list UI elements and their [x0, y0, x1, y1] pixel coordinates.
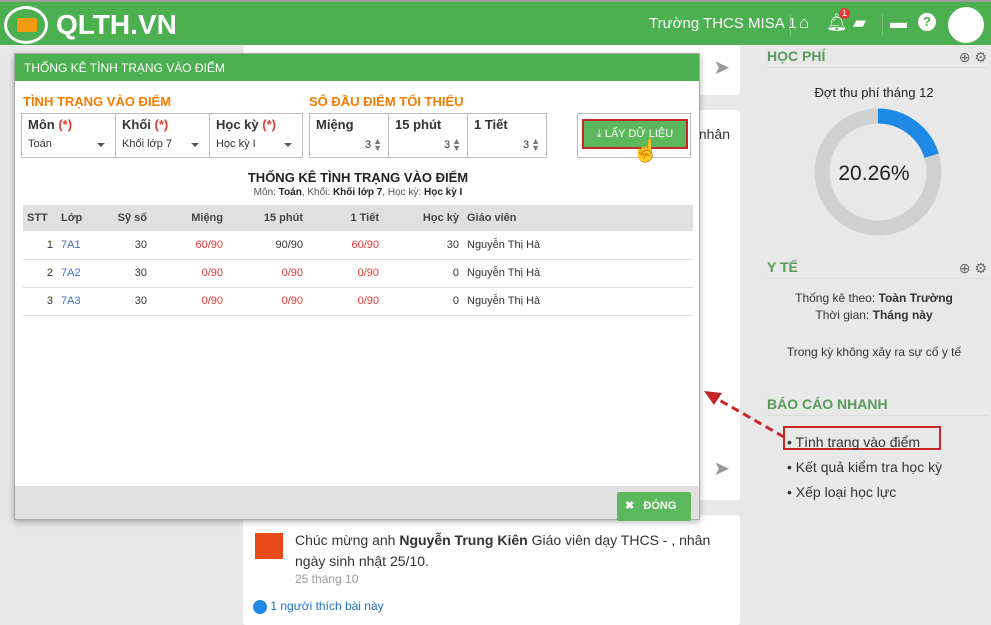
table-cell: 60/90	[307, 231, 383, 260]
table-cell: 0/90	[151, 287, 227, 316]
annotation-arrow	[704, 391, 785, 439]
hocphi-subtitle: Đợt thu phí tháng 12	[814, 85, 934, 100]
table-cell: Nguyễn Thị Hà	[463, 231, 693, 260]
send-icon[interactable]: ➤	[713, 456, 730, 481]
table-title: THỐNG KÊ TÌNH TRẠNG VÀO ĐIỂM	[247, 170, 469, 185]
avatar[interactable]	[948, 7, 984, 43]
table-cell: 0/90	[227, 259, 307, 288]
subject-select[interactable]: Môn (*) Toán	[22, 114, 116, 157]
chevron-down-icon	[97, 143, 105, 147]
table-cell[interactable]: 7A3	[57, 287, 101, 316]
table-cell: 0/90	[307, 287, 383, 316]
hocphi-title: HỌC PHÍ	[767, 48, 826, 64]
table-cell: Nguyễn Thị Hà	[463, 287, 693, 316]
table-cell: 3	[23, 287, 57, 316]
table-cell: 1	[23, 231, 57, 260]
label: Thống kê theo:	[795, 291, 876, 305]
yte-message: Trong kỳ không xảy ra sự cố y tế	[786, 345, 962, 359]
min-score-group: Miệng 3 ▲ ▼ 15 phút 3 ▲ ▼ 1 Tiết 3 ▲ ▼	[309, 113, 547, 158]
chevron-down-icon	[284, 143, 292, 147]
home-icon[interactable]: ⌂	[799, 13, 809, 33]
divider	[790, 14, 791, 36]
divider	[767, 67, 989, 68]
logo[interactable]: QLTH.VN	[4, 6, 177, 44]
logo-text: QLTH.VN	[56, 9, 177, 40]
table-cell: 30	[101, 259, 151, 288]
section-title: TÌNH TRẠNG VÀO ĐIỂM	[23, 94, 172, 109]
birthday-post: Chúc mừng anh Nguyễn Trung Kiên Giáo viê…	[243, 515, 740, 625]
spinner-icon: ▲ ▼	[452, 136, 461, 153]
like-icon	[253, 599, 267, 614]
cake-icon	[255, 533, 283, 559]
table-cell: 30	[383, 231, 463, 260]
table-cell: 0/90	[307, 259, 383, 288]
zoom-settings-icons[interactable]: ⊕ ⚙	[959, 49, 987, 66]
divider	[767, 278, 989, 279]
zoom-settings-icons[interactable]: ⊕ ⚙	[959, 260, 987, 277]
school-name[interactable]: Trường THCS MISA 1	[649, 15, 796, 32]
value: Tháng này	[872, 308, 933, 322]
top-bar: QLTH.VN Trường THCS MISA 1 ⌂ 🔔︎ 1 ▰ ▬ ?	[0, 0, 991, 45]
15phut-stepper[interactable]: 15 phút 3 ▲ ▼	[389, 114, 468, 157]
table-cell[interactable]: 7A2	[57, 259, 101, 288]
table-row: 1 7A1 30 60/90 90/90 60/90 30 Nguyễn Thị Hà	[23, 231, 693, 260]
value: Toàn Trường	[878, 291, 953, 305]
table-cell: 0/90	[227, 287, 307, 316]
stats-table: STT Lớp Sỹ số Miệng 15 phút 1 Tiết Học kỳ Giáo …	[23, 205, 693, 316]
chevron-down-icon	[191, 143, 199, 147]
table-cell: 60/90	[151, 231, 227, 260]
divider	[767, 415, 989, 416]
chat-icon[interactable]: ▰	[853, 13, 866, 33]
report-link[interactable]: • Xếp loại học lực	[787, 480, 942, 505]
table-cell: 90/90	[227, 231, 307, 260]
yte-title: Y TẾ	[767, 259, 798, 275]
message-icon[interactable]: ▬	[890, 13, 907, 33]
table-row: 2 7A2 30 0/90 0/90 0/90 0 Nguyễn Thị Hà	[23, 259, 693, 288]
divider	[882, 14, 883, 36]
hand-cursor-icon: ☝	[632, 138, 660, 163]
section-title: SỐ ĐẦU ĐIỂM TỐI THIỂU	[309, 94, 464, 109]
spinner-icon: ▲ ▼	[531, 136, 540, 153]
1tiet-stepper[interactable]: 1 Tiết 3 ▲ ▼	[468, 114, 546, 157]
likes-count[interactable]: 1 người thích bài này	[270, 599, 383, 613]
get-data-wrap: ⤓ LẤY DỮ LIỆU ☝	[577, 113, 691, 163]
feed-text: nhân	[698, 126, 730, 142]
table-cell: 30	[101, 231, 151, 260]
report-link[interactable]: • Tình trạng vào điểm	[787, 430, 942, 455]
grade-select[interactable]: Khối (*) Khối lớp 7	[116, 114, 210, 157]
table-cell[interactable]: 7A1	[57, 231, 101, 260]
help-icon[interactable]: ?	[918, 13, 936, 31]
close-button[interactable]: ✖ ĐÓNG	[617, 492, 691, 521]
mieng-stepper[interactable]: Miệng 3 ▲ ▼	[310, 114, 389, 157]
filter-group: Môn (*) Toán Khối (*) Khối lớp 7 Học kỳ (*…	[21, 113, 303, 158]
post-text: Chúc mừng anh	[295, 532, 396, 548]
table-cell: 0/90	[151, 259, 227, 288]
table-cell: 2	[23, 259, 57, 288]
label: Thời gian:	[815, 308, 870, 322]
table-cell: 0	[383, 287, 463, 316]
table-cell: 30	[101, 287, 151, 316]
modal-footer: ✖ ĐÓNG	[15, 486, 699, 521]
post-name[interactable]: Nguyễn Trung Kiên	[399, 532, 527, 548]
post-date: 25 tháng 10	[295, 572, 359, 586]
close-icon: ✖	[625, 500, 635, 512]
report-link[interactable]: • Kết quả kiểm tra học kỳ	[787, 455, 942, 480]
table-subtitle: Môn: Toán, Khối: Khối lớp 7, Học kỳ: Học…	[253, 187, 463, 198]
download-icon: ⤓	[596, 128, 602, 140]
stats-modal: THỐNG KÊ TÌNH TRẠNG VÀO ĐIỂM TÌNH TRẠNG …	[14, 53, 700, 521]
notification-badge: 1	[839, 8, 850, 19]
modal-title: THỐNG KÊ TÌNH TRẠNG VÀO ĐIỂM	[15, 54, 699, 81]
semester-select[interactable]: Học kỳ (*) Học kỳ I	[210, 114, 302, 157]
table-row: 3 7A3 30 0/90 0/90 0/90 0 Nguyễn Thị Hà	[23, 287, 693, 316]
table-cell: 0	[383, 259, 463, 288]
spinner-icon: ▲ ▼	[373, 136, 382, 153]
hocphi-percent: 20.26%	[838, 162, 910, 185]
table-cell: Nguyễn Thị Hà	[463, 259, 693, 288]
send-icon[interactable]: ➤	[713, 55, 730, 80]
logo-icon	[4, 6, 48, 44]
